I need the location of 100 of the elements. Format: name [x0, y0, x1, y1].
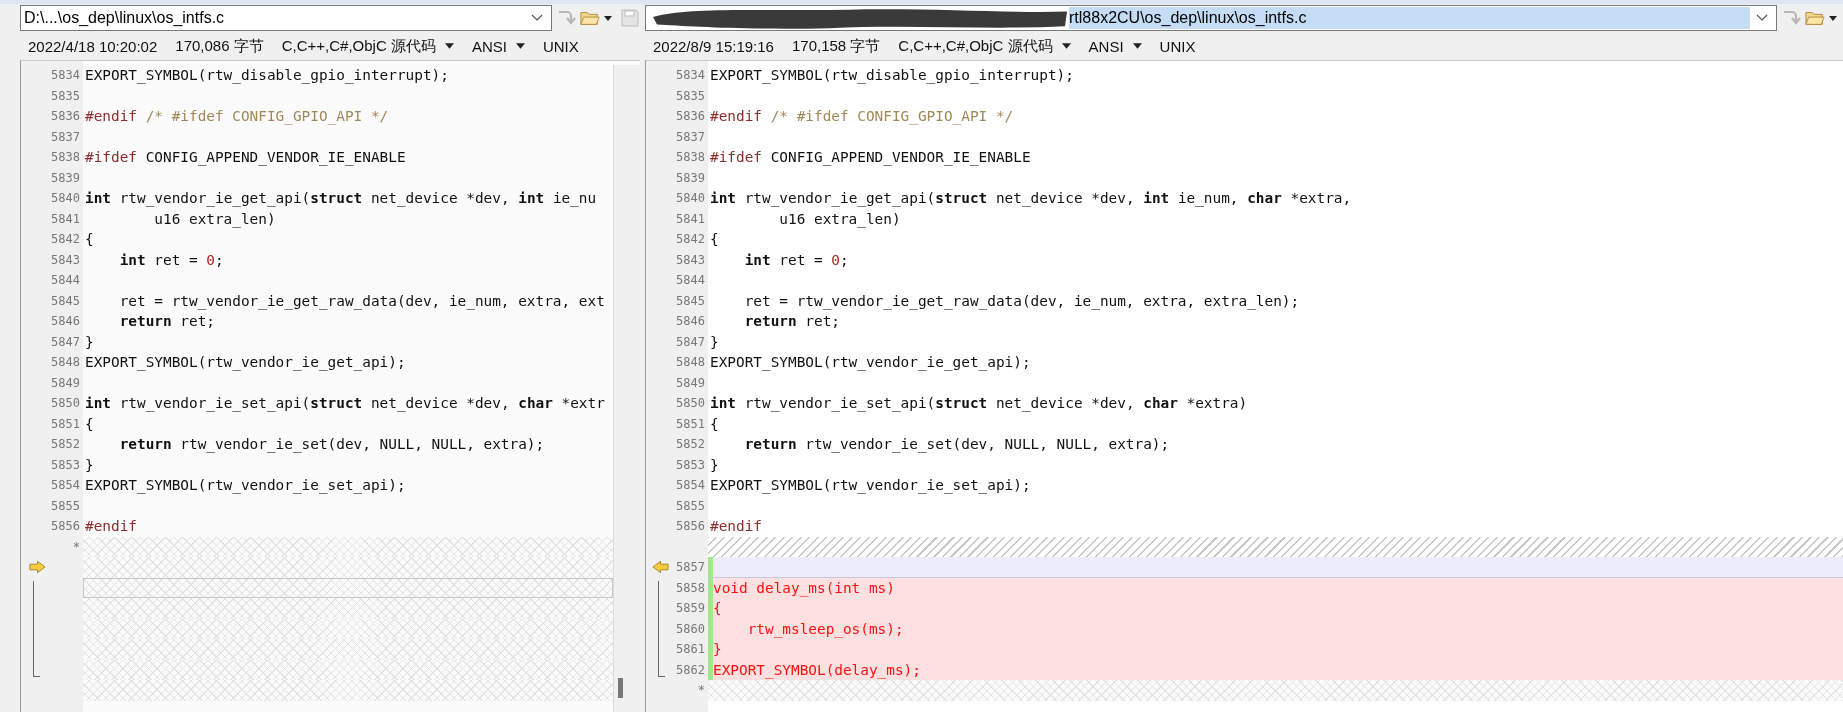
code-line: #endif /* #ifdef CONFIG_GPIO_API */: [709, 107, 1015, 127]
code-line: int ret = 0;: [118, 250, 225, 270]
line-ending: UNIX: [1159, 37, 1196, 55]
line-number: 5857: [676, 560, 705, 575]
chevron-down-icon[interactable]: [531, 14, 543, 22]
line-number: 5843: [51, 252, 80, 267]
encoding-dropdown[interactable]: ANSI: [471, 37, 525, 55]
file-date: 2022/8/9 15:19:16: [653, 37, 774, 55]
code-line: int rtw_vendor_ie_set_api(struct net_device *dev, char *extr: [84, 394, 606, 414]
caret-icon[interactable]: [1829, 15, 1837, 21]
scrollbar-thumb[interactable]: [618, 678, 623, 698]
caret-icon[interactable]: [604, 15, 612, 21]
code-line: #endif /* #ifdef CONFIG_GPIO_API */: [84, 107, 390, 127]
line-ending: UNIX: [542, 37, 579, 55]
line-number: 5841: [676, 211, 705, 226]
code-line: EXPORT_SYMBOL(rtw_vendor_ie_get_api);: [709, 353, 1032, 373]
line-number: 5845: [51, 293, 80, 308]
caret-icon[interactable]: [1061, 43, 1071, 49]
code-line: #endif: [84, 517, 138, 536]
line-number: 5836: [51, 109, 80, 124]
line-number: 5838: [51, 150, 80, 165]
line-number: 5839: [51, 170, 80, 185]
line-number: 5853: [51, 457, 80, 472]
line-number: 5842: [51, 232, 80, 247]
line-number: 5841: [51, 211, 80, 226]
code-line: int ret = 0;: [743, 250, 850, 270]
file-date: 2022/4/18 10:20:02: [28, 37, 158, 55]
line-number: 5847: [676, 334, 705, 349]
code-line: int rtw_vendor_ie_get_api(struct net_device *dev, int ie_nu: [84, 189, 598, 209]
line-number: *: [697, 683, 705, 698]
code-line: return ret;: [118, 312, 216, 331]
code-line: #ifdef CONFIG_APPEND_VENDOR_IE_ENABLE: [709, 148, 1032, 168]
code-line: int rtw_vendor_ie_set_api(struct net_device *dev, char *extra): [709, 394, 1249, 414]
chevron-down-icon[interactable]: [1756, 14, 1768, 22]
line-number: 5854: [51, 478, 80, 493]
code-line: EXPORT_SYMBOL(rtw_vendor_ie_get_api);: [84, 353, 407, 373]
caret-icon[interactable]: [515, 43, 525, 49]
code-line: EXPORT_SYMBOL(rtw_vendor_ie_set_api);: [84, 476, 407, 496]
line-number: 5860: [676, 621, 705, 636]
line-number: 5848: [51, 355, 80, 370]
line-number: 5840: [676, 191, 705, 206]
code-line: return rtw_vendor_ie_set(dev, NULL, NULL, extra);: [743, 435, 1171, 455]
code-line: u16 extra_len): [778, 209, 902, 229]
line-number: 5854: [676, 478, 705, 493]
line-number: *: [72, 539, 80, 554]
code-line: }: [84, 332, 95, 352]
code-line: int rtw_vendor_ie_get_api(struct net_device *dev, int ie_num, char *extra,: [709, 189, 1353, 209]
code-line: return rtw_vendor_ie_set(dev, NULL, NULL, extra);: [118, 435, 546, 455]
code-line: ret = rtw_vendor_ie_get_raw_data(dev, ie_num, extra, ext: [118, 291, 606, 311]
line-number: 5856: [51, 519, 80, 534]
line-number: 5837: [676, 129, 705, 144]
line-number: 5840: [51, 191, 80, 206]
code-line: #ifdef CONFIG_APPEND_VENDOR_IE_ENABLE: [84, 148, 407, 168]
line-number: 5846: [51, 314, 80, 329]
line-number: 5851: [51, 416, 80, 431]
code-line: {: [84, 414, 95, 434]
line-number: 5847: [51, 334, 80, 349]
line-number: 5839: [676, 170, 705, 185]
caret-icon[interactable]: [1132, 43, 1142, 49]
line-number: 5849: [676, 375, 705, 390]
line-number: 5842: [676, 232, 705, 247]
code-line: #endif: [709, 517, 763, 536]
line-number: 5838: [676, 150, 705, 165]
line-number: 5855: [51, 498, 80, 513]
file-path: rtl88x2CU\os_dep\linux\os_intfs.c: [1069, 7, 1309, 29]
code-line: }: [709, 332, 720, 352]
line-number: 5862: [676, 662, 705, 677]
line-number: 5850: [676, 396, 705, 411]
file-size: 170,086 字节: [175, 36, 264, 56]
path-field[interactable]: D:\...\os_dep\linux\os_intfs.c: [20, 5, 552, 31]
line-number: 5844: [676, 273, 705, 288]
code-line: }: [709, 455, 720, 475]
line-number: 5850: [51, 396, 80, 411]
code-line: EXPORT_SYMBOL(rtw_vendor_ie_set_api);: [709, 476, 1032, 496]
code-line: ret = rtw_vendor_ie_get_raw_data(dev, ie_num, extra, extra_len);: [743, 291, 1301, 311]
code-line: u16 extra_len): [153, 209, 277, 229]
code-line: EXPORT_SYMBOL(rtw_disable_gpio_interrupt);: [84, 66, 450, 86]
line-number: 5861: [676, 642, 705, 657]
code-line: return ret;: [743, 312, 841, 331]
format-dropdown[interactable]: C,C++,C#,ObjC 源代码: [281, 36, 454, 56]
line-number: 5843: [676, 252, 705, 267]
line-number: 5834: [51, 68, 80, 83]
line-number: 5852: [51, 437, 80, 452]
format-dropdown[interactable]: C,C++,C#,ObjC 源代码: [898, 36, 1071, 56]
line-number: 5853: [676, 457, 705, 472]
line-number: 5849: [51, 375, 80, 390]
code-line: EXPORT_SYMBOL(rtw_disable_gpio_interrupt);: [709, 66, 1075, 86]
line-number: 5859: [676, 601, 705, 616]
line-number: 5836: [676, 109, 705, 124]
line-number: 5834: [676, 68, 705, 83]
path-field[interactable]: rtl88x2CU\os_dep\linux\os_intfs.c: [645, 5, 1777, 31]
file-size: 170,158 字节: [791, 36, 881, 56]
file-path: D:\...\os_dep\linux\os_intfs.c: [24, 8, 226, 28]
caret-icon[interactable]: [444, 43, 454, 49]
encoding-dropdown[interactable]: ANSI: [1088, 37, 1142, 55]
line-number: 5855: [676, 498, 705, 513]
line-number: 5858: [676, 580, 705, 595]
line-number: 5835: [51, 88, 80, 103]
line-number: 5852: [676, 437, 705, 452]
code-line: {: [84, 230, 95, 249]
